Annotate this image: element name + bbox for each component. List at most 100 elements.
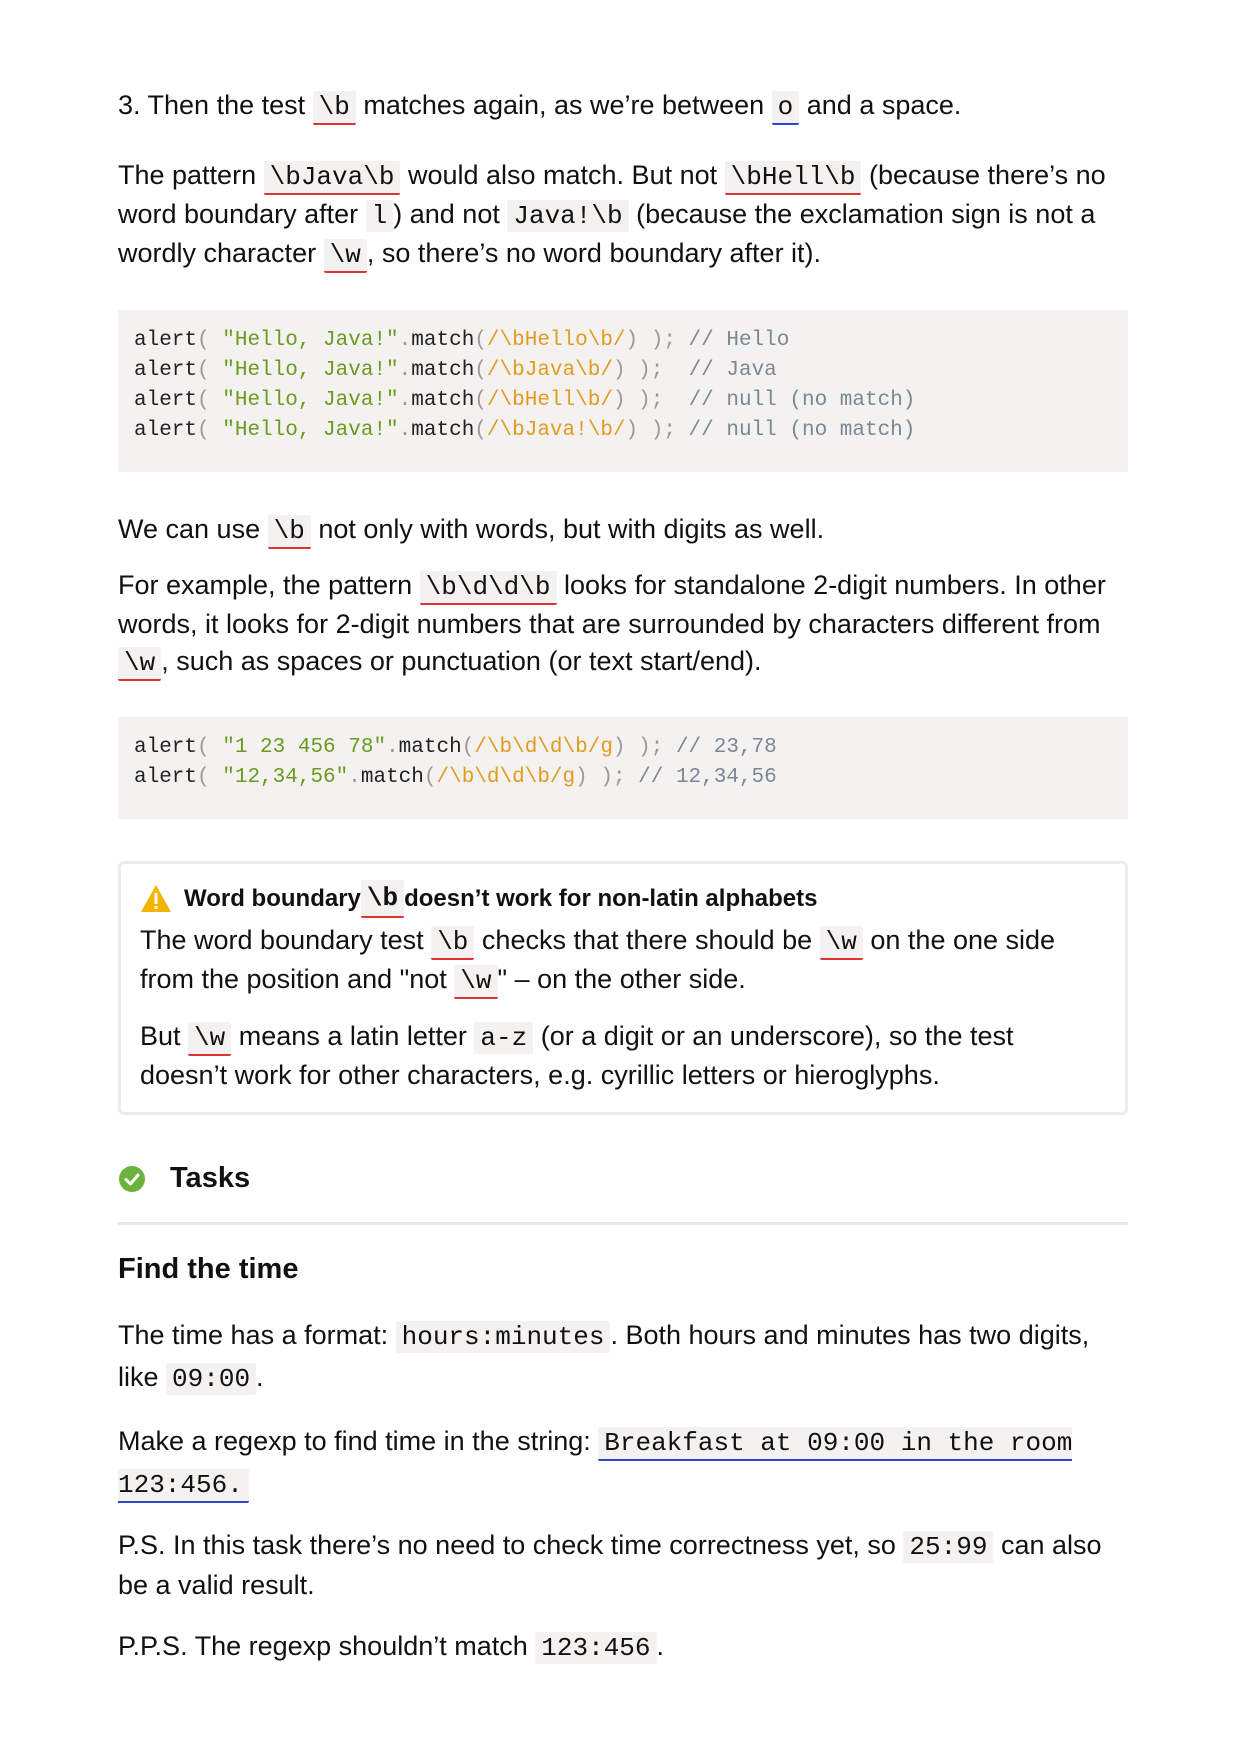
- code-token: alert: [134, 389, 198, 412]
- text: and a space.: [806, 90, 962, 120]
- code-token: (: [197, 419, 223, 442]
- inline-code: \w: [819, 926, 863, 960]
- text: The pattern: [118, 160, 257, 190]
- text: checks that there should be: [481, 925, 813, 955]
- code-block: alert( "Hello, Java!".match(/\bHello\b/)…: [118, 310, 1128, 472]
- text: But: [140, 1021, 181, 1051]
- code-token: // 23,78: [675, 736, 777, 759]
- paragraph-pattern: The pattern \bJava\b would also match. B…: [118, 157, 1128, 274]
- text: , so there’s no word boundary after it).: [366, 238, 822, 268]
- code-token: "Hello, Java!": [222, 329, 399, 352]
- text: doesn’t work for non-latin alphabets: [404, 885, 818, 912]
- text: .: [256, 1362, 264, 1392]
- warning-paragraph: The word boundary test \b checks that th…: [140, 922, 1106, 1000]
- inline-code: Java!\b: [507, 200, 629, 232]
- inline-code: l: [365, 200, 394, 232]
- code-token: "Hello, Java!": [222, 419, 399, 442]
- code-token: /\bJava\b/: [486, 359, 613, 382]
- text: not only with words, but with digits as …: [318, 514, 825, 544]
- code-token: .: [398, 359, 412, 382]
- inline-code: \b: [431, 926, 475, 960]
- text: P.S. In this task there’s no need to che…: [118, 1530, 896, 1560]
- code-token: (: [197, 389, 223, 412]
- code-token: alert: [134, 359, 198, 382]
- inline-code: 123:456: [535, 1632, 657, 1664]
- code-line: alert( "Hello, Java!".match(/\bHell\b/) …: [134, 386, 1112, 416]
- code-line: alert( "12,34,56".match(/\b\d\d\b/g) ); …: [134, 763, 1112, 793]
- code-token: ) );: [612, 389, 689, 412]
- check-circle-icon: [119, 1165, 145, 1192]
- warning-triangle-icon: [141, 885, 171, 912]
- code-token: alert: [134, 736, 198, 759]
- code-token: "Hello, Java!": [222, 389, 399, 412]
- paragraph-example: For example, the pattern \b\d\d\b looks …: [118, 567, 1128, 682]
- code-token: // 12,34,56: [638, 766, 777, 789]
- text: The word boundary test: [140, 925, 424, 955]
- inline-code: \w: [454, 965, 498, 999]
- code-token: (: [461, 736, 475, 759]
- code-token: (: [197, 736, 223, 759]
- text: For example, the pattern: [118, 570, 413, 600]
- code-line: alert( "Hello, Java!".match(/\bJava\b/) …: [134, 356, 1112, 386]
- code-token: match: [360, 766, 424, 789]
- code-token: /\bHell\b/: [486, 389, 613, 412]
- code-token: "Hello, Java!": [222, 359, 399, 382]
- text: would also match. But not: [407, 160, 718, 190]
- inline-code: \b: [267, 515, 311, 549]
- inline-code: \bHell\b: [724, 161, 862, 195]
- warning-box: Word boundary \b doesn’t work for non-la…: [118, 861, 1128, 1115]
- task-paragraph: P.S. In this task there’s no need to che…: [118, 1526, 1128, 1604]
- text: means a latin letter: [238, 1021, 467, 1051]
- code-token: ) );: [612, 359, 689, 382]
- task-title: Find the time: [118, 1253, 299, 1285]
- code-token: /\b\d\d\b/g: [474, 736, 613, 759]
- code-token: .: [398, 329, 412, 352]
- inline-code: \w: [118, 647, 162, 681]
- inline-code: \b\d\d\b: [419, 571, 557, 605]
- code-token: alert: [134, 329, 198, 352]
- code-token: ) );: [625, 329, 689, 352]
- text: P.P.S. The regexp shouldn’t match: [118, 1631, 528, 1661]
- code-token: // Hello: [688, 329, 790, 352]
- inline-code: \w: [323, 239, 367, 273]
- warning-title: Word boundary \b doesn’t work for non-la…: [140, 880, 1106, 918]
- task-paragraph: The time has a format: hours:minutes. Bo…: [118, 1315, 1128, 1399]
- text: " – on the other side.: [497, 964, 746, 994]
- code-token: // null (no match): [688, 389, 916, 412]
- code-token: match: [411, 329, 475, 352]
- text: We can use: [118, 514, 261, 544]
- list-item-3: 3. Then the test \b matches again, as we…: [118, 87, 961, 126]
- code-token: "12,34,56": [222, 766, 349, 789]
- code-token: (: [197, 359, 223, 382]
- inline-code: hours:minutes: [395, 1321, 611, 1353]
- inline-code: a-z: [474, 1022, 534, 1054]
- text: Word boundary: [184, 885, 361, 912]
- code-line: alert( "Hello, Java!".match(/\bJava!\b/)…: [134, 416, 1112, 446]
- code-token: // null (no match): [688, 419, 916, 442]
- code-token: match: [411, 419, 475, 442]
- code-token: (: [474, 389, 487, 412]
- code-token: // Java: [688, 359, 777, 382]
- warning-paragraph: But \w means a latin letter a-z (or a di…: [140, 1018, 1106, 1094]
- task-paragraph: P.P.S. The regexp shouldn’t match 123:45…: [118, 1628, 664, 1667]
- inline-code: \b: [360, 880, 405, 918]
- text: Make a regexp to find time in the string…: [118, 1426, 591, 1456]
- text: The time has a format:: [118, 1320, 389, 1350]
- text: , such as spaces or punctuation (or text…: [161, 646, 762, 676]
- code-token: match: [411, 389, 475, 412]
- inline-code: \bJava\b: [263, 161, 401, 195]
- task-paragraph: Make a regexp to find time in the string…: [118, 1421, 1128, 1505]
- code-token: alert: [134, 766, 198, 789]
- code-block: alert( "1 23 456 78".match(/\b\d\d\b/g) …: [118, 717, 1128, 819]
- code-token: (: [197, 329, 223, 352]
- code-token: .: [348, 766, 361, 789]
- code-token: ) );: [612, 736, 676, 759]
- code-token: /\b\d\d\b/g: [436, 766, 576, 789]
- code-token: (: [474, 359, 487, 382]
- code-token: /\bJava!\b/: [486, 419, 626, 442]
- inline-code: \w: [188, 1022, 232, 1056]
- code-token: (: [423, 766, 437, 789]
- inline-code: 25:99: [903, 1531, 994, 1563]
- code-token: match: [398, 736, 462, 759]
- tasks-heading: Tasks: [118, 1160, 250, 1197]
